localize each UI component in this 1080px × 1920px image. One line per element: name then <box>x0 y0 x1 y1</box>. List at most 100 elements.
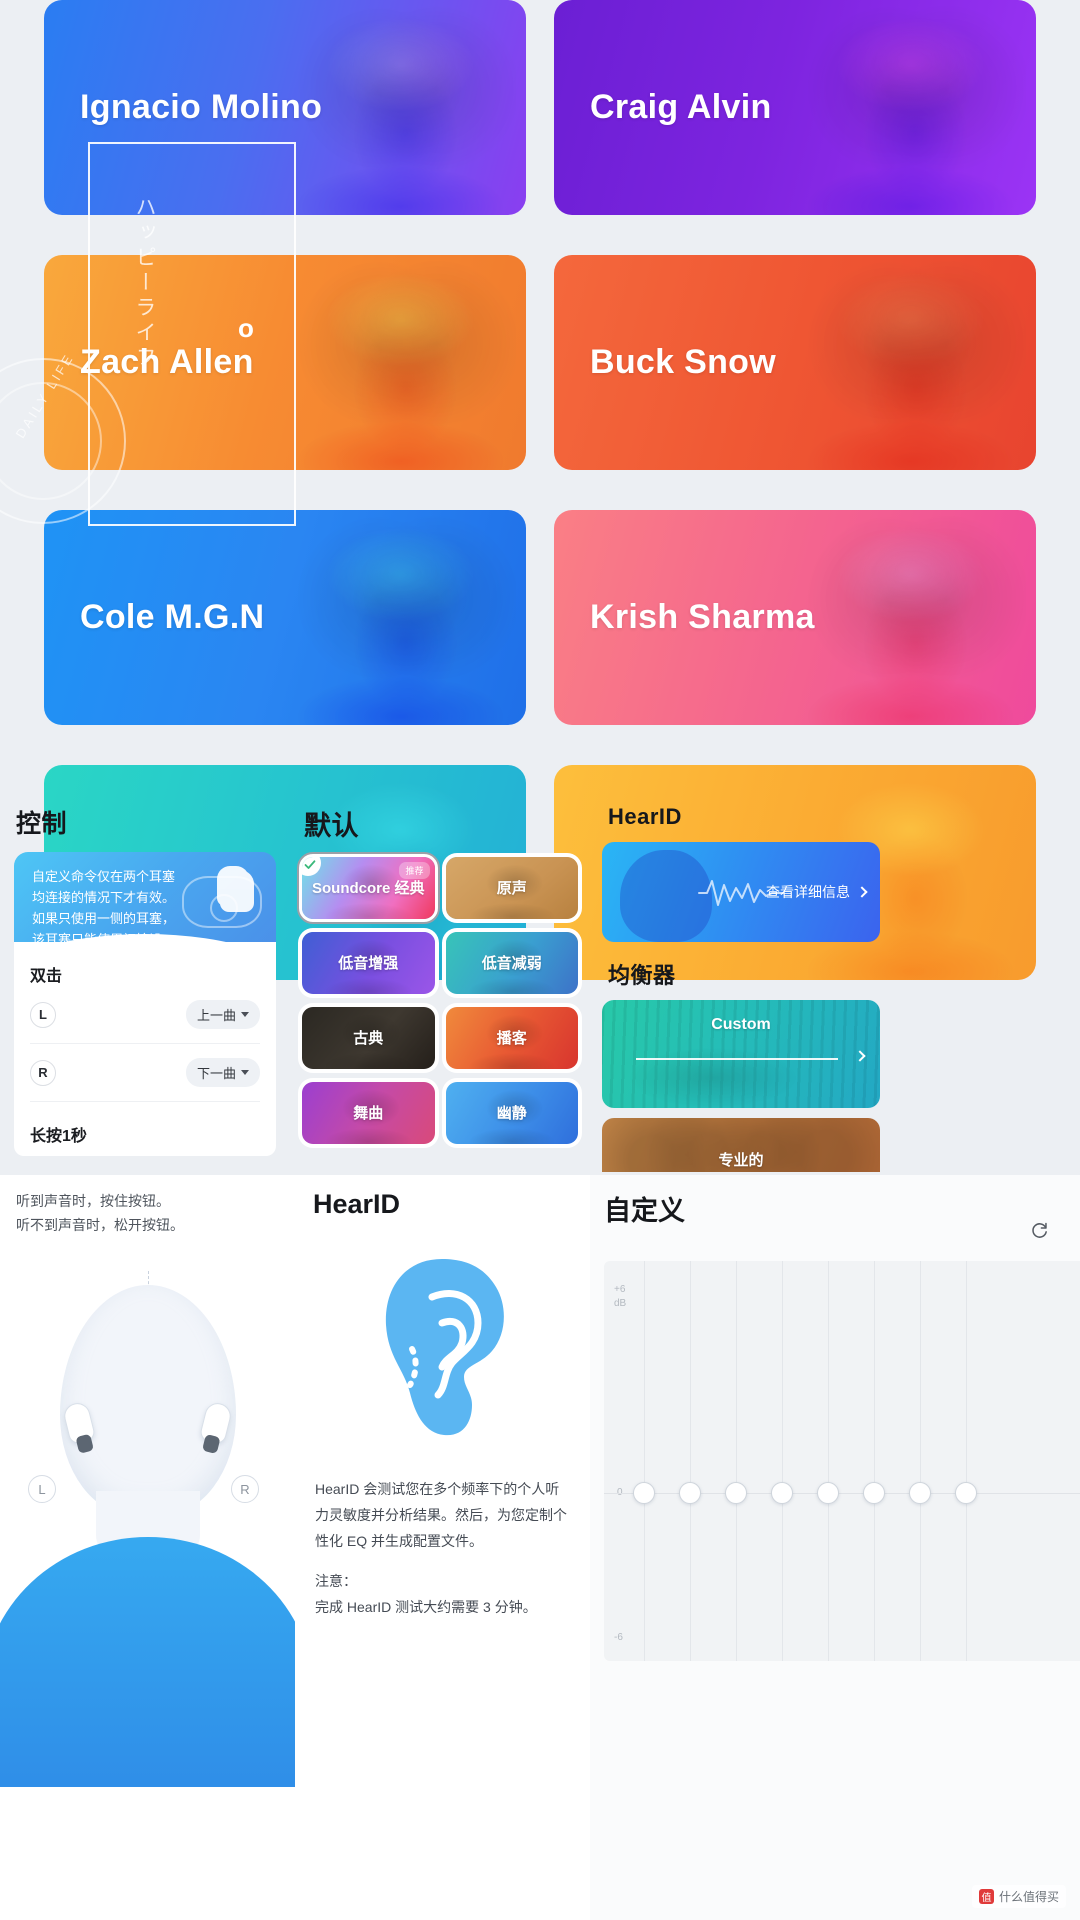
head-silhouette <box>59 1285 236 1517</box>
eq-band-track[interactable] <box>920 1261 921 1661</box>
eq-band-track[interactable] <box>874 1261 875 1661</box>
eq-band-knob[interactable] <box>633 1482 655 1504</box>
portrait-shading <box>294 259 517 470</box>
eq-band-knob[interactable] <box>679 1482 701 1504</box>
preset-label: 古典 <box>353 1029 384 1047</box>
middle-band: 控制 自定义命令仅在两个耳塞均连接的情况下才有效。如果只使用一侧的耳塞，该耳塞只… <box>0 790 1080 1175</box>
eq-band-knob[interactable] <box>955 1482 977 1504</box>
artist-card[interactable]: Cole M.G.N <box>44 510 526 725</box>
preset-tile[interactable]: 播客 <box>445 1007 578 1069</box>
preset-tile[interactable]: 幽静 <box>445 1082 578 1144</box>
axis-label-unit: dB <box>614 1298 627 1309</box>
preset-label: 原声 <box>496 879 527 897</box>
chevron-down-icon <box>241 1012 249 1017</box>
test-instruction-line1: 听到声音时，按住按钮。 <box>16 1193 170 1209</box>
eq-slider-stage[interactable]: +6 dB 0 -6 <box>604 1261 1080 1661</box>
hearid-note-title: 注意： <box>315 1573 357 1589</box>
ear-illustration <box>309 1220 576 1476</box>
professional-eq-label: 专业的 <box>718 1152 764 1169</box>
eq-band-knob[interactable] <box>771 1482 793 1504</box>
hearid-intro-title: HearID <box>313 1189 401 1219</box>
head-diagram: L R <box>0 1247 313 1787</box>
control-info-banner: 自定义命令仅在两个耳塞均连接的情况下才有效。如果只使用一侧的耳塞，该耳塞只能使用… <box>14 852 276 962</box>
watermark-text: 什么值得买 <box>998 1890 1059 1904</box>
view-details-link[interactable]: 查看详细信息 <box>766 882 868 902</box>
eq-band-knob[interactable] <box>863 1482 885 1504</box>
preset-tile[interactable]: 低音增强 <box>302 932 435 994</box>
artist-row: Cole M.G.N Krish Sharma <box>44 510 1036 725</box>
app-collage: Ignacio Molino Craig Alvin Zach Allen Bu… <box>0 0 1080 1920</box>
eq-band-track[interactable] <box>690 1261 691 1661</box>
artist-name: Cole M.G.N <box>80 598 265 636</box>
default-presets-panel: 默认 推荐 Soundcore 经典 原声 低音增强 低音减弱 古典 播客 舞曲… <box>290 790 590 1175</box>
right-action-dropdown[interactable]: 下一曲 <box>185 1058 260 1087</box>
hearid-description: HearID 会测试您在多个频率下的个人听力灵敏度并分析结果。然后，为您定制个性… <box>315 1481 567 1549</box>
watermark: 值 什么值得买 <box>971 1885 1066 1908</box>
preset-tile[interactable]: 推荐 Soundcore 经典 <box>297 852 440 924</box>
artist-name: Ignacio Molino <box>80 88 323 126</box>
decorative-degree-mark: o <box>238 313 254 343</box>
eq-band-track[interactable] <box>828 1261 829 1661</box>
right-side-marker: R <box>231 1475 259 1503</box>
chevron-down-icon <box>241 1070 249 1075</box>
control-row-left[interactable]: L 上一曲 <box>30 986 260 1044</box>
left-side-marker: L <box>28 1475 56 1503</box>
portrait-shading <box>804 4 1027 215</box>
custom-eq-title: 自定义 <box>604 1196 685 1226</box>
preset-label: Soundcore 经典 <box>311 879 425 897</box>
left-action-dropdown[interactable]: 上一曲 <box>185 1000 260 1029</box>
preset-label: 幽静 <box>496 1104 527 1122</box>
chevron-right-icon <box>856 886 868 898</box>
bottom-band: 听到声音时，按住按钮。 听不到声音时，松开按钮。 L R HearID Hear… <box>0 1175 1080 1920</box>
control-title: 控制 <box>16 810 68 838</box>
artist-name: Craig Alvin <box>590 88 772 126</box>
control-panel: 控制 自定义命令仅在两个耳塞均连接的情况下才有效。如果只使用一侧的耳塞，该耳塞只… <box>0 790 290 1175</box>
reset-icon[interactable] <box>1024 1215 1054 1245</box>
hearing-test-panel: 听到声音时，按住按钮。 听不到声音时，松开按钮。 L R <box>0 1175 313 1920</box>
zero-line <box>604 1493 1080 1494</box>
artist-card[interactable]: Krish Sharma <box>554 510 1036 725</box>
axis-label-bottom: -6 <box>614 1632 623 1643</box>
preset-tile[interactable]: 低音减弱 <box>445 932 578 994</box>
eq-band-track[interactable] <box>644 1261 645 1661</box>
preset-tile[interactable]: 原声 <box>445 857 578 919</box>
right-earbud-badge: R <box>30 1059 56 1086</box>
control-row-right[interactable]: R 下一曲 <box>30 1044 260 1102</box>
left-earbud-badge: L <box>30 1001 56 1028</box>
hearid-detail-card[interactable]: 查看详细信息 <box>602 842 880 942</box>
ear-icon <box>385 1259 504 1436</box>
tap-hand-icon <box>220 870 254 912</box>
custom-eq-card[interactable]: Custom <box>602 1000 880 1108</box>
custom-eq-panel: 自定义 +6 dB 0 -6 <box>590 1175 1080 1920</box>
test-instruction-line2: 听不到声音时，松开按钮。 <box>16 1217 184 1233</box>
preset-label: 低音增强 <box>338 954 399 972</box>
preset-label: 低音减弱 <box>481 954 542 972</box>
eq-band-knob[interactable] <box>817 1482 839 1504</box>
professional-eq-card[interactable]: 专业的 <box>602 1118 880 1172</box>
preset-tile[interactable]: 舞曲 <box>302 1082 435 1144</box>
preset-tile[interactable]: 古典 <box>302 1007 435 1069</box>
custom-eq-label: Custom <box>711 1016 771 1033</box>
test-button-dome[interactable] <box>0 1537 313 1787</box>
portrait-shading <box>804 259 1027 470</box>
eq-band-track[interactable] <box>782 1261 783 1661</box>
artist-card[interactable]: Craig Alvin <box>554 0 1036 215</box>
eq-underline <box>636 1058 838 1060</box>
artist-card-grid: Ignacio Molino Craig Alvin Zach Allen Bu… <box>0 0 1080 980</box>
eq-band-knob[interactable] <box>725 1482 747 1504</box>
hearid-title: HearID <box>608 804 682 829</box>
artist-card[interactable]: Buck Snow <box>554 255 1036 470</box>
artist-name: Krish Sharma <box>590 598 815 636</box>
eq-band-knob[interactable] <box>909 1482 931 1504</box>
default-presets-title: 默认 <box>304 811 359 841</box>
eq-band-track[interactable] <box>966 1261 967 1661</box>
right-action-label: 下一曲 <box>196 1066 236 1081</box>
eq-band-track[interactable] <box>736 1261 737 1661</box>
artist-card[interactable]: Ignacio Molino <box>44 0 526 215</box>
preset-label: 播客 <box>496 1029 527 1047</box>
hearid-equalizer-panel: HearID 查看详细信息 均衡器 Custom 专业的 <box>590 790 1080 1175</box>
hearid-intro-panel: HearID HearID 会测试您在多个频率下的个人听力灵敏度并分析结果。然后… <box>295 1175 590 1920</box>
artist-row: Ignacio Molino Craig Alvin <box>44 0 1036 215</box>
preset-label: 舞曲 <box>353 1104 384 1122</box>
long-press-heading: 长按1秒 <box>30 1128 87 1145</box>
